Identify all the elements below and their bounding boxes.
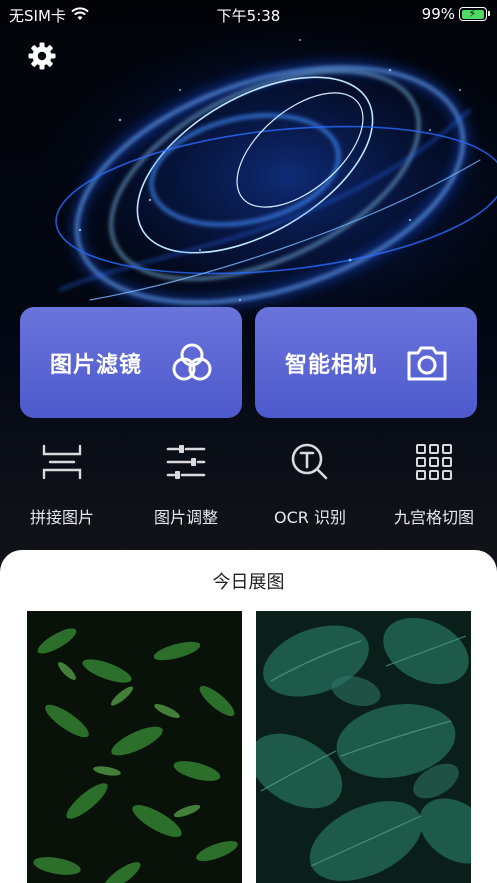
tool-stitch[interactable]: 拼接图片 (0, 440, 124, 528)
stitch-icon (40, 440, 84, 484)
tool-adjust[interactable]: 图片调整 (124, 440, 248, 528)
battery-percent: 99% (421, 5, 455, 23)
filter-button-label: 图片滤镜 (50, 352, 143, 378)
tool-stitch-label: 拼接图片 (29, 508, 94, 527)
tropical-leaves-photo[interactable] (256, 611, 471, 883)
tool-row: 拼接图片 图片调整 OCR 识别 九宫格切图 (0, 440, 497, 540)
tool-ocr[interactable]: OCR 识别 (248, 440, 372, 528)
ocr-search-icon (288, 440, 332, 484)
tool-adjust-label: 图片调整 (153, 508, 218, 527)
today-gallery-sheet: 今日展图 (0, 550, 497, 883)
smart-camera-button[interactable]: 智能相机 (255, 307, 477, 418)
settings-button[interactable] (26, 40, 58, 72)
battery-icon: ⚡ (459, 6, 490, 21)
fern-leaves-photo[interactable] (27, 611, 242, 883)
tool-grid[interactable]: 九宫格切图 (372, 440, 496, 528)
app-screen: 无SIM卡 下午5:38 99% ⚡ 图片滤镜 智能相机 拼接图片 图片调整 O… (0, 0, 497, 883)
camera-icon (407, 346, 447, 380)
sliders-icon (164, 440, 208, 484)
charging-bolt-icon: ⚡ (468, 6, 477, 20)
grid-icon (412, 440, 456, 484)
tool-ocr-label: OCR 识别 (274, 508, 346, 527)
smart-camera-button-label: 智能相机 (285, 352, 378, 378)
gear-icon (28, 42, 56, 70)
status-right: 99% ⚡ (421, 5, 490, 23)
today-gallery-title: 今日展图 (212, 572, 285, 593)
filter-circles-icon (172, 343, 212, 380)
status-bar: 无SIM卡 下午5:38 99% ⚡ (0, 0, 497, 30)
battery-fill: ⚡ (461, 6, 485, 20)
filter-button[interactable]: 图片滤镜 (20, 307, 242, 418)
tool-grid-label: 九宫格切图 (393, 508, 474, 527)
hero-swirl-image (0, 0, 497, 320)
